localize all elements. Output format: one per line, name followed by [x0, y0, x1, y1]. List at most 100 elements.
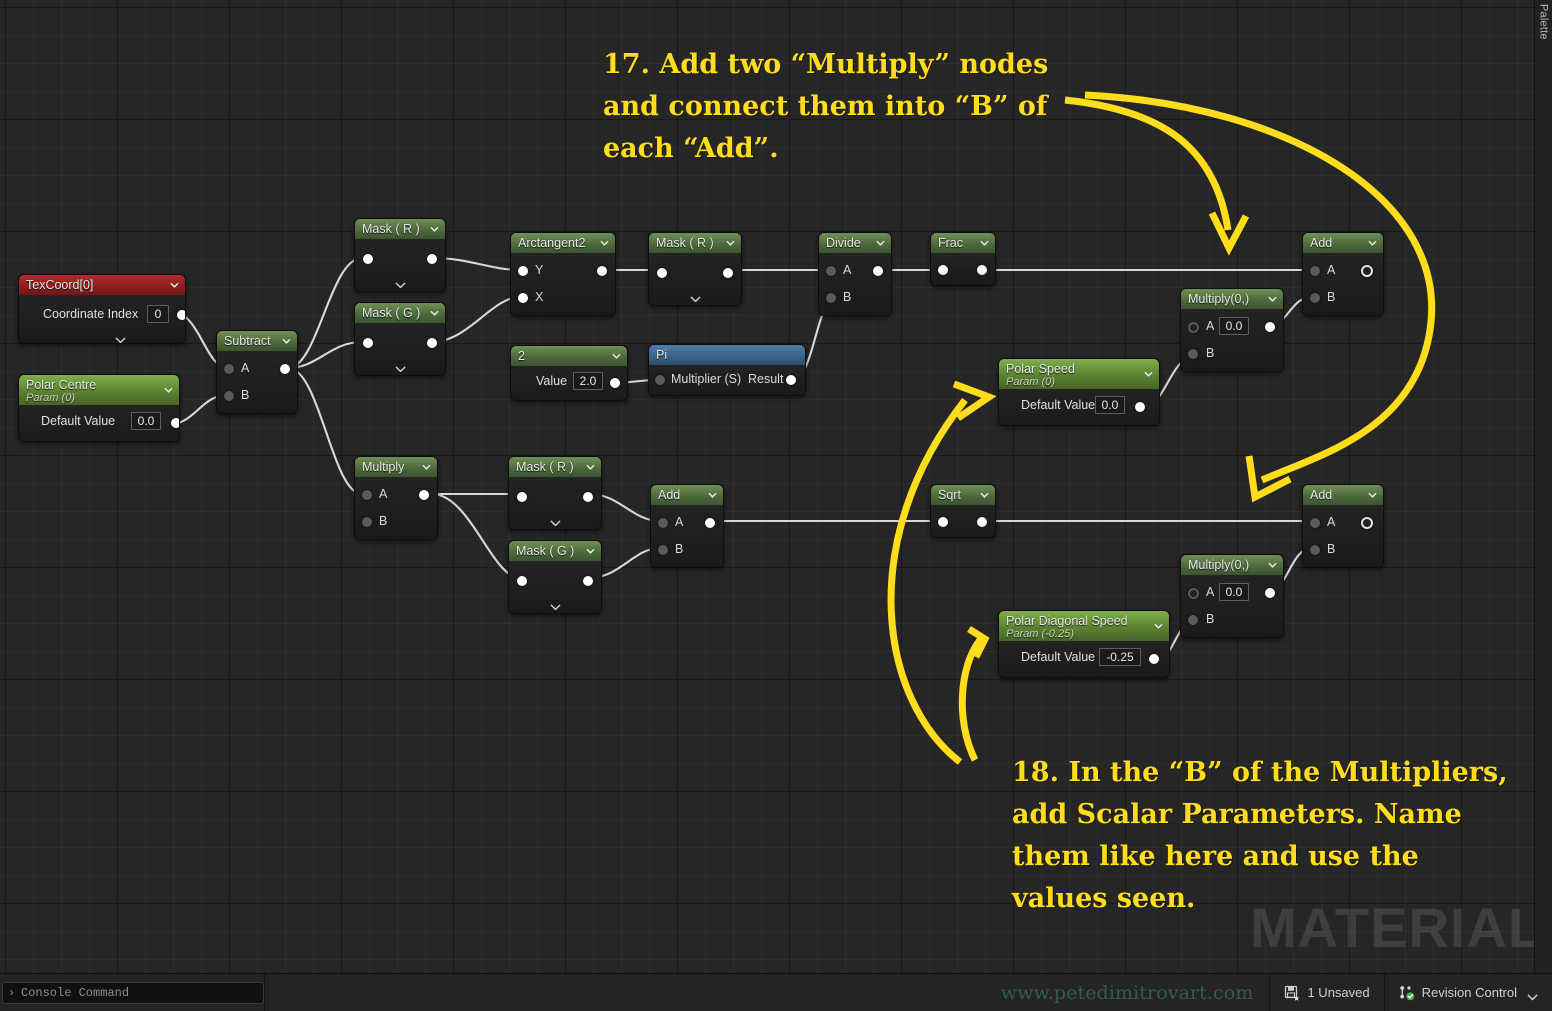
input-pin[interactable]	[938, 517, 948, 527]
node-constant-two[interactable]: 2 Value 2.0	[510, 345, 628, 401]
node-multiply-left[interactable]: Multiply A B	[354, 456, 438, 540]
output-pin[interactable]	[723, 268, 733, 278]
input-pin-y[interactable]	[518, 266, 528, 276]
chevron-down-icon[interactable]	[164, 386, 173, 395]
node-divide[interactable]: Divide A B	[818, 232, 892, 316]
output-pin[interactable]	[977, 517, 987, 527]
coordinate-index-value[interactable]: 0	[147, 305, 169, 323]
node-mask-g-top[interactable]: Mask ( G )	[354, 302, 446, 376]
input-pin[interactable]	[363, 254, 373, 264]
output-pin[interactable]	[1135, 402, 1145, 412]
chevron-down-icon[interactable]	[1154, 622, 1163, 631]
revision-control-button[interactable]: Revision Control	[1385, 974, 1552, 1011]
input-pin-b[interactable]	[658, 545, 668, 555]
chevron-down-icon[interactable]	[600, 239, 609, 248]
node-add-bottom[interactable]: Add A B	[1302, 484, 1384, 568]
node-add-top[interactable]: Add A B	[1302, 232, 1384, 316]
input-pin[interactable]	[363, 338, 373, 348]
chevron-down-icon[interactable]	[1368, 491, 1377, 500]
output-pin[interactable]	[583, 576, 593, 586]
chevron-down-icon[interactable]	[422, 463, 431, 472]
output-pin[interactable]	[1265, 322, 1275, 332]
node-polar-diagonal-speed[interactable]: Polar Diagonal Speed Param (-0.25) Defau…	[998, 610, 1170, 678]
input-pin[interactable]	[517, 576, 527, 586]
material-graph-canvas[interactable]: MATERIAL TexCoord[0] Coordinate Index 0 …	[0, 0, 1552, 973]
input-pin-a[interactable]	[224, 364, 234, 374]
expand-chevron-icon[interactable]	[690, 289, 701, 303]
output-pin[interactable]	[873, 266, 883, 276]
default-value-field[interactable]: 0.0	[1095, 396, 1125, 414]
chevron-down-icon[interactable]	[586, 547, 595, 556]
node-multiply-bottom[interactable]: Multiply(0,) A 0.0 B	[1180, 554, 1284, 638]
chevron-down-icon[interactable]	[1368, 239, 1377, 248]
input-pin[interactable]	[657, 268, 667, 278]
output-pin[interactable]	[419, 490, 429, 500]
output-pin[interactable]	[171, 418, 179, 428]
output-pin[interactable]	[1361, 517, 1373, 529]
output-pin[interactable]	[786, 375, 796, 385]
output-pin[interactable]	[583, 492, 593, 502]
input-pin-multiplier[interactable]	[655, 375, 665, 385]
node-mask-r-bottom[interactable]: Mask ( R )	[508, 456, 602, 530]
node-multiply-top[interactable]: Multiply(0,) A 0.0 B	[1180, 288, 1284, 372]
output-pin[interactable]	[1361, 265, 1373, 277]
output-pin[interactable]	[1149, 654, 1159, 664]
chevron-down-icon[interactable]	[980, 491, 989, 500]
chevron-down-icon[interactable]	[726, 239, 735, 248]
expand-chevron-icon[interactable]	[115, 330, 126, 343]
output-pin[interactable]	[705, 518, 715, 528]
input-a-value[interactable]: 0.0	[1219, 583, 1249, 601]
input-pin-b[interactable]	[826, 293, 836, 303]
input-pin-b[interactable]	[1188, 615, 1198, 625]
default-value-field[interactable]: 0.0	[131, 412, 161, 430]
output-pin[interactable]	[427, 254, 437, 264]
palette-panel[interactable]: Palette	[1534, 0, 1552, 973]
node-polar-speed[interactable]: Polar Speed Param (0) Default Value 0.0	[998, 358, 1160, 426]
output-pin[interactable]	[597, 266, 607, 276]
input-pin-b[interactable]	[362, 517, 372, 527]
input-pin-a[interactable]	[658, 518, 668, 528]
output-pin[interactable]	[1265, 588, 1275, 598]
console-command-input[interactable]	[2, 981, 264, 1004]
node-subtract[interactable]: Subtract A B	[216, 330, 298, 414]
expand-chevron-icon[interactable]	[550, 597, 561, 611]
input-pin-a[interactable]	[362, 490, 372, 500]
value-field[interactable]: 2.0	[573, 372, 603, 390]
node-sqrt[interactable]: Sqrt	[930, 484, 996, 538]
expand-chevron-icon[interactable]	[550, 513, 561, 527]
chevron-down-icon[interactable]	[1527, 989, 1538, 1001]
node-frac[interactable]: Frac	[930, 232, 996, 286]
node-mask-r-second[interactable]: Mask ( R )	[648, 232, 742, 306]
chevron-down-icon[interactable]	[430, 225, 439, 234]
chevron-down-icon[interactable]	[876, 239, 885, 248]
output-pin[interactable]	[610, 378, 620, 388]
input-pin-b[interactable]	[1310, 293, 1320, 303]
output-pin[interactable]	[280, 364, 290, 374]
input-pin-a[interactable]	[826, 266, 836, 276]
input-a-value[interactable]: 0.0	[1219, 317, 1249, 335]
chevron-down-icon[interactable]	[1268, 295, 1277, 304]
node-mask-r-top[interactable]: Mask ( R )	[354, 218, 446, 292]
chevron-down-icon[interactable]	[170, 281, 179, 290]
node-pi[interactable]: Pi Multiplier (S) Result	[648, 344, 806, 396]
input-pin[interactable]	[938, 265, 948, 275]
chevron-down-icon[interactable]	[708, 491, 717, 500]
node-arctangent2[interactable]: Arctangent2 Y X	[510, 232, 616, 316]
node-add-bottom-left[interactable]: Add A B	[650, 484, 724, 568]
chevron-down-icon[interactable]	[1268, 561, 1277, 570]
input-pin-b[interactable]	[224, 391, 234, 401]
input-pin-a[interactable]	[1188, 322, 1199, 333]
node-polar-centre[interactable]: Polar Centre Param (0) Default Value 0.0	[18, 374, 180, 442]
expand-chevron-icon[interactable]	[395, 275, 406, 289]
node-mask-g-bottom[interactable]: Mask ( G )	[508, 540, 602, 614]
default-value-field[interactable]: -0.25	[1099, 648, 1141, 666]
input-pin-a[interactable]	[1310, 518, 1320, 528]
console-command-wrap[interactable]: ›	[2, 981, 264, 1004]
chevron-down-icon[interactable]	[282, 337, 291, 346]
input-pin-x[interactable]	[518, 293, 528, 303]
output-pin[interactable]	[977, 265, 987, 275]
chevron-down-icon[interactable]	[430, 309, 439, 318]
node-texcoord[interactable]: TexCoord[0] Coordinate Index 0	[18, 274, 186, 344]
input-pin-b[interactable]	[1310, 545, 1320, 555]
expand-chevron-icon[interactable]	[395, 359, 406, 373]
